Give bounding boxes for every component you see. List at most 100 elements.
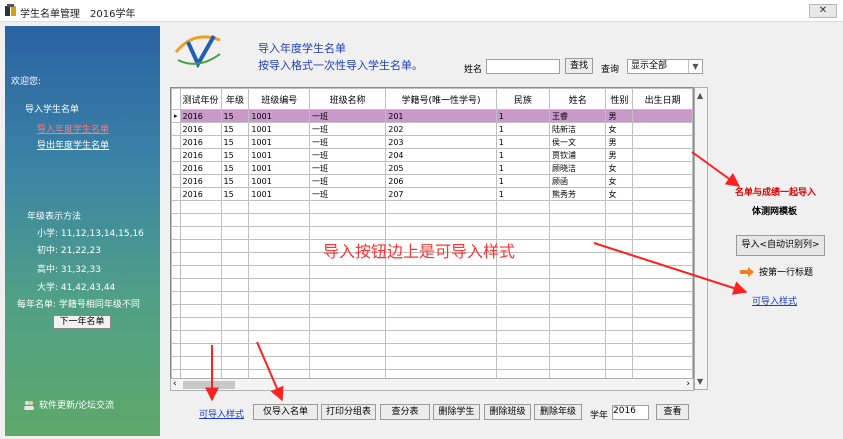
table-cell[interactable] [495,330,551,344]
table-cell[interactable] [632,265,693,279]
table-cell[interactable] [308,356,387,370]
table-cell[interactable] [248,278,310,292]
table-cell[interactable]: 王睿 [549,109,607,123]
table-cell[interactable] [632,291,693,305]
table-cell[interactable] [549,252,607,266]
query-select[interactable]: 显示全部 ▼ [627,59,703,74]
table-cell[interactable] [549,213,607,227]
empty-row[interactable] [171,200,693,214]
empty-row[interactable] [171,278,693,292]
table-cell[interactable]: 熊秀芳 [549,187,607,201]
col-header[interactable]: 班级编号 [248,88,310,110]
table-cell[interactable] [632,239,693,253]
table-cell[interactable] [605,213,634,227]
table-cell[interactable] [220,330,250,344]
table-cell[interactable] [248,213,310,227]
table-cell[interactable] [385,291,497,305]
name-search-input[interactable] [486,59,560,74]
table-cell[interactable] [171,278,181,292]
table-cell[interactable]: 1001 [248,148,310,162]
table-cell[interactable] [605,278,634,292]
scroll-up-icon[interactable]: ▲ [697,91,703,100]
table-cell[interactable] [385,213,497,227]
table-cell[interactable] [179,252,222,266]
table-cell[interactable] [171,226,181,240]
table-cell[interactable] [632,304,693,318]
table-cell[interactable] [605,356,634,370]
table-cell[interactable]: 2016 [179,161,222,175]
table-cell[interactable]: 15 [220,109,250,123]
table-cell[interactable]: 207 [385,187,497,201]
table-cell[interactable] [549,317,607,331]
table-cell[interactable]: 15 [220,135,250,149]
table-row[interactable]: 2016 15 1001 一班 202 1 陆新洁女 [171,122,693,136]
table-cell[interactable] [171,317,181,331]
table-cell[interactable] [171,356,181,370]
col-header[interactable]: 测试年份 [179,88,222,110]
table-cell[interactable] [220,239,250,253]
delete-class-button[interactable]: 删除班级 [484,404,531,420]
empty-row[interactable] [171,213,693,227]
scroll-left-icon[interactable]: ‹ [173,379,177,389]
table-cell[interactable] [385,317,497,331]
table-cell[interactable] [549,200,607,214]
scroll-down-icon[interactable]: ▼ [697,377,703,386]
table-cell[interactable]: 1001 [248,187,310,201]
table-cell[interactable] [632,226,693,240]
col-header[interactable]: 年级 [220,88,250,110]
table-cell[interactable]: 女 [605,122,634,136]
table-cell[interactable]: 201 [385,109,497,123]
table-cell[interactable] [549,291,607,305]
table-cell[interactable] [179,278,222,292]
table-cell[interactable] [632,161,693,175]
table-cell[interactable]: 206 [385,174,497,188]
table-cell[interactable] [495,278,551,292]
table-cell[interactable]: 女 [605,174,634,188]
table-cell[interactable]: 男 [605,135,634,149]
table-cell[interactable]: 一班 [308,174,387,188]
table-cell[interactable] [605,291,634,305]
empty-row[interactable] [171,265,693,279]
scroll-thumb[interactable] [183,381,235,389]
table-cell[interactable]: 1 [495,161,551,175]
table-cell[interactable] [179,291,222,305]
empty-row[interactable] [171,343,693,357]
table-row[interactable]: ▸ 2016 15 1001 一班 201 1 王睿男 [171,109,693,123]
sidebar-link-import[interactable]: 导入年度学生名单 [37,122,109,135]
table-cell[interactable] [605,265,634,279]
table-cell[interactable] [308,330,387,344]
table-cell[interactable]: 2016 [179,148,222,162]
table-cell[interactable]: 1 [495,109,551,123]
table-cell[interactable]: 男 [605,109,634,123]
horizontal-scrollbar[interactable]: ‹ › [170,378,694,391]
table-cell[interactable]: 1001 [248,135,310,149]
forum-link[interactable]: 软件更新/论坛交流 [23,398,114,411]
table-cell[interactable] [632,122,693,136]
import-sample-link-bottom[interactable]: 可导入样式 [199,407,244,420]
table-cell[interactable] [632,317,693,331]
table-cell[interactable]: 2016 [179,122,222,136]
table-cell[interactable] [220,356,250,370]
table-cell[interactable] [549,239,607,253]
table-cell[interactable] [495,265,551,279]
table-cell[interactable] [385,200,497,214]
next-year-button[interactable]: 下一年名单 [53,315,111,329]
table-cell[interactable] [171,252,181,266]
table-cell[interactable]: 1001 [248,174,310,188]
empty-row[interactable] [171,317,693,331]
table-cell[interactable] [248,291,310,305]
table-cell[interactable] [632,356,693,370]
table-cell[interactable]: 男 [605,148,634,162]
search-button[interactable]: 查找 [565,58,593,74]
table-cell[interactable]: 一班 [308,135,387,149]
table-cell[interactable] [549,356,607,370]
import-names-only-button[interactable]: 仅导入名单 [253,404,318,420]
table-cell[interactable] [308,278,387,292]
table-cell[interactable] [248,317,310,331]
print-group-table-button[interactable]: 打印分组表 [321,404,376,420]
table-cell[interactable] [632,343,693,357]
table-cell[interactable]: 1 [495,174,551,188]
col-header[interactable]: 姓名 [549,88,607,110]
table-cell[interactable] [308,291,387,305]
table-cell[interactable]: 1 [495,135,551,149]
